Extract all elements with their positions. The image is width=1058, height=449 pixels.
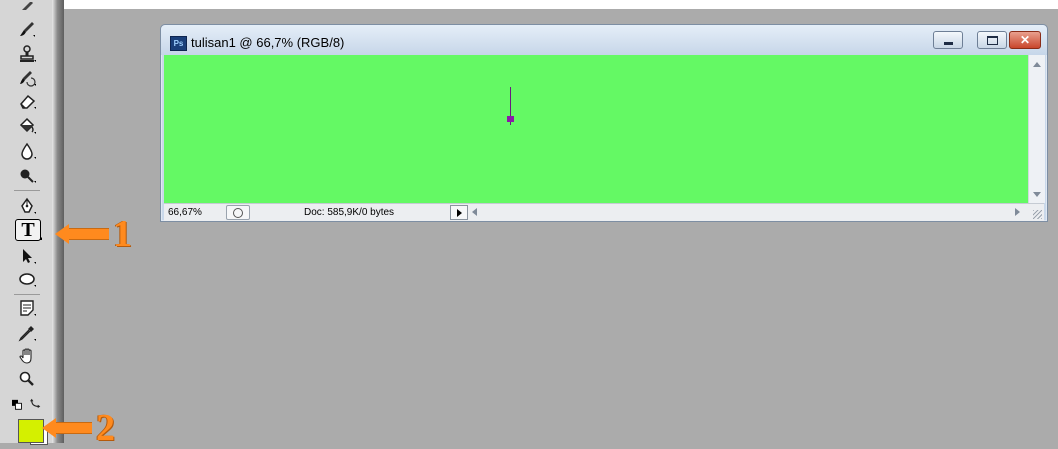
annotation-arrow-2: 2 — [42, 409, 115, 447]
arrow-head — [42, 418, 56, 438]
tool-paint-bucket[interactable] — [12, 116, 42, 136]
history-brush-icon — [20, 71, 36, 87]
scroll-left-icon[interactable] — [472, 208, 477, 216]
tool-pen[interactable] — [12, 196, 42, 216]
text-cursor-anchor — [507, 116, 514, 122]
tool-eyedropper[interactable] — [12, 323, 42, 343]
tool-zoom[interactable] — [12, 369, 42, 389]
zoom-icon — [19, 371, 34, 386]
arrow-shaft — [69, 228, 109, 240]
tool-eraser[interactable] — [12, 91, 42, 111]
arrow-shaft — [56, 422, 92, 434]
tool-flyout-indicator — [39, 237, 42, 240]
swap-colors-icon — [30, 398, 41, 409]
brush-icon — [20, 22, 35, 37]
blur-icon — [21, 142, 36, 160]
toolbox: T — [0, 0, 53, 445]
document-size-info: Doc: 585,9K/0 bytes — [304, 207, 395, 218]
scroll-right-icon[interactable] — [1015, 208, 1020, 216]
clock-icon — [233, 207, 243, 218]
notes-icon — [20, 300, 36, 316]
resize-grip-icon[interactable] — [1033, 210, 1042, 219]
hand-icon — [19, 348, 32, 364]
tool-clone-stamp[interactable] — [12, 44, 42, 64]
toolbox-divider — [14, 294, 40, 295]
default-colors-icon — [12, 399, 22, 410]
eraser-icon — [20, 94, 36, 109]
ellipse-icon — [19, 273, 36, 287]
document-status-bar: 66,67% Doc: 585,9K/0 bytes — [164, 203, 1044, 221]
tool-blur[interactable] — [12, 141, 42, 161]
dodge-icon — [20, 169, 36, 183]
tool-ellipse[interactable] — [12, 269, 42, 289]
tool-path-selection[interactable] — [12, 246, 42, 266]
default-colors-button[interactable] — [10, 395, 26, 415]
tool-partial-top[interactable] — [12, 2, 42, 10]
scroll-up-icon[interactable] — [1033, 62, 1041, 67]
tool-type[interactable]: T — [15, 219, 42, 241]
close-icon: ✕ — [1019, 33, 1031, 47]
pencil-icon — [22, 2, 33, 10]
maximize-button[interactable] — [977, 31, 1007, 49]
annotation-number-1: 1 — [113, 213, 132, 255]
minimize-icon — [943, 41, 953, 45]
minimize-button[interactable] — [933, 31, 963, 49]
scroll-down-icon[interactable] — [1033, 192, 1041, 197]
pen-icon — [21, 197, 36, 214]
arrow-head — [55, 224, 69, 244]
status-timer-button[interactable] — [226, 205, 250, 220]
document-canvas[interactable] — [164, 55, 1028, 203]
tool-notes[interactable] — [12, 298, 42, 318]
path-selection-icon — [23, 249, 36, 264]
zoom-level-field[interactable]: 66,67% — [168, 206, 218, 219]
annotation-number-2: 2 — [96, 407, 115, 449]
maximize-icon — [986, 35, 998, 45]
tool-brush[interactable] — [12, 19, 42, 39]
type-icon: T — [21, 219, 35, 241]
workspace-top-edge — [0, 0, 1058, 9]
status-menu-button[interactable] — [450, 205, 468, 220]
tool-history-brush[interactable] — [12, 68, 42, 88]
foreground-color-swatch[interactable] — [18, 419, 44, 443]
tool-dodge[interactable] — [12, 165, 42, 185]
vertical-scrollbar[interactable] — [1028, 55, 1045, 203]
annotation-arrow-1: 1 — [55, 215, 132, 253]
paint-bucket-icon — [19, 117, 36, 134]
toolbox-divider — [14, 190, 40, 191]
close-button[interactable]: ✕ — [1009, 31, 1041, 49]
play-arrow-icon — [456, 208, 462, 217]
tool-hand[interactable] — [12, 346, 42, 366]
photoshop-doc-icon: Ps — [170, 36, 187, 51]
document-title: tulisan1 @ 66,7% (RGB/8) — [191, 35, 345, 50]
document-window[interactable]: Ps tulisan1 @ 66,7% (RGB/8) ✕ 66,67% Doc… — [160, 24, 1048, 222]
document-titlebar[interactable]: Ps tulisan1 @ 66,7% (RGB/8) ✕ — [161, 25, 1047, 55]
eyedropper-icon — [18, 326, 36, 342]
clone-stamp-icon — [20, 45, 36, 62]
